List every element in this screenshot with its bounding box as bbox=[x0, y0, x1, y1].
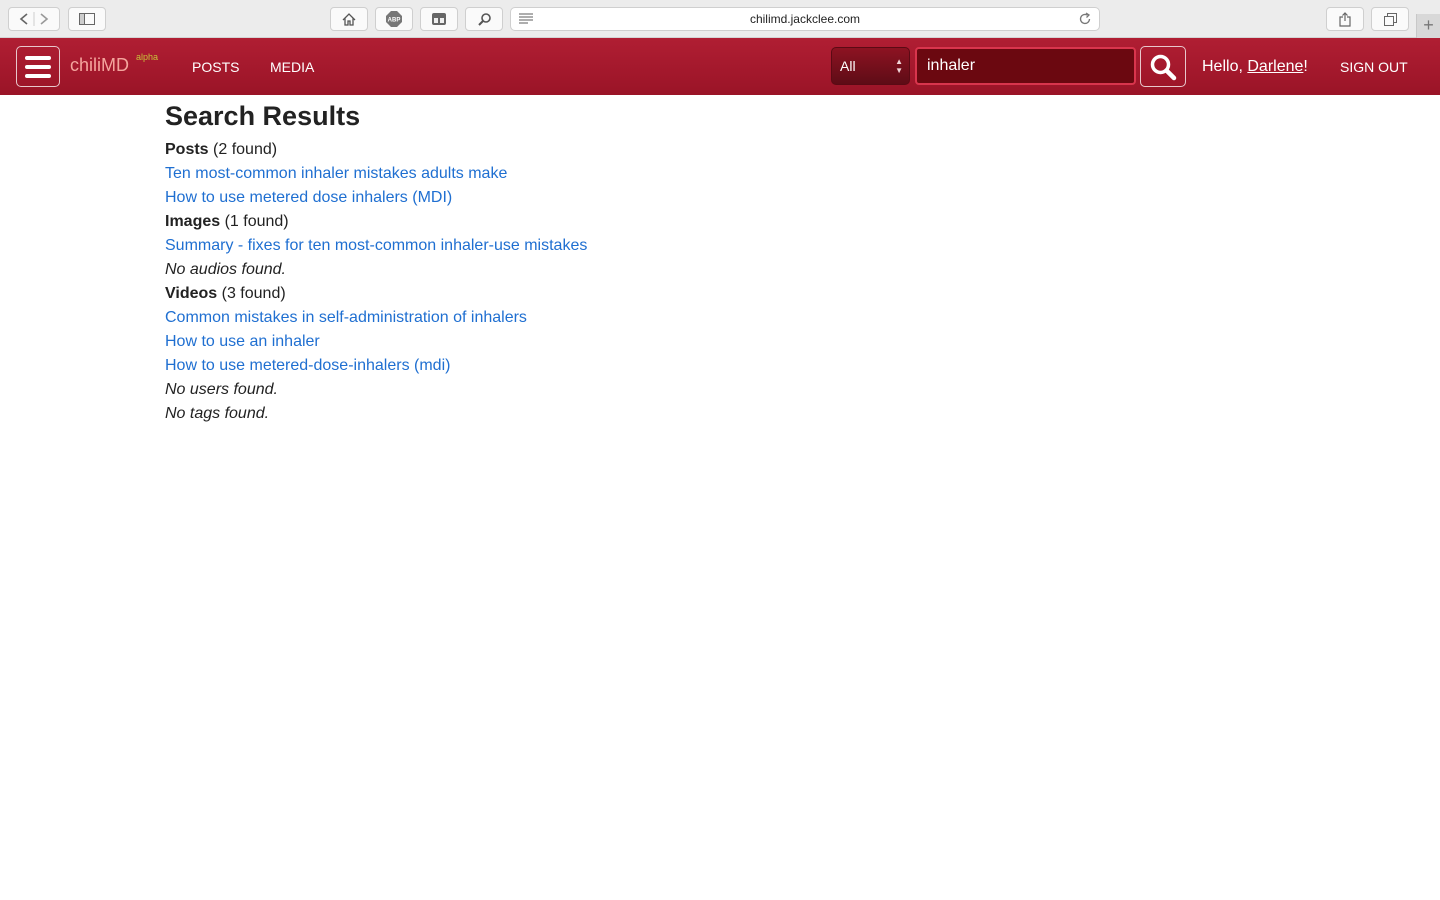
no-users-text: No users found. bbox=[165, 381, 278, 398]
post-result-link[interactable]: How to use metered dose inhalers (MDI) bbox=[165, 189, 452, 206]
search-button[interactable] bbox=[1140, 46, 1186, 87]
videos-heading: Videos (3 found) bbox=[165, 282, 1065, 306]
reload-icon[interactable] bbox=[1078, 12, 1092, 26]
page-title: Search Results bbox=[165, 101, 361, 131]
images-label: Images bbox=[165, 213, 221, 230]
back-forward-icon bbox=[19, 12, 49, 26]
find-button[interactable] bbox=[465, 7, 503, 31]
images-heading: Images (1 found) bbox=[165, 210, 1065, 234]
posts-label: Posts bbox=[165, 141, 209, 158]
home-button[interactable] bbox=[330, 7, 368, 31]
video-result-link[interactable]: Common mistakes in self-administration o… bbox=[165, 309, 527, 326]
video-result-link[interactable]: How to use metered-dose-inhalers (mdi) bbox=[165, 357, 450, 374]
new-tab-button[interactable]: + bbox=[1416, 14, 1440, 38]
browser-toolbar: ABP chilimd.jackclee.com + bbox=[0, 0, 1440, 38]
url-bar[interactable]: chilimd.jackclee.com bbox=[510, 7, 1100, 31]
search-icon bbox=[1150, 54, 1177, 80]
extension-button[interactable] bbox=[420, 7, 458, 31]
share-icon bbox=[1339, 11, 1351, 27]
videos-label: Videos bbox=[165, 285, 218, 302]
search-results: Search Results Posts (2 found) Ten most-… bbox=[165, 100, 1065, 426]
share-button[interactable] bbox=[1326, 7, 1364, 31]
search-scope-select[interactable]: All ▲ ▼ bbox=[831, 47, 910, 85]
search-input[interactable] bbox=[915, 47, 1136, 85]
back-forward-buttons[interactable] bbox=[8, 7, 60, 31]
app-navbar: chiliMD alpha POSTS MEDIA All ▲▼ Hello, … bbox=[0, 38, 1440, 95]
tabs-button[interactable] bbox=[1371, 7, 1409, 31]
home-icon bbox=[342, 12, 356, 26]
hamburger-icon-bar bbox=[25, 64, 51, 69]
no-audios-text: No audios found. bbox=[165, 261, 286, 278]
videos-count: (3 found) bbox=[221, 285, 286, 302]
sidebar-button[interactable] bbox=[68, 7, 106, 31]
user-profile-link[interactable]: Darlene bbox=[1247, 58, 1303, 75]
hamburger-icon-bar bbox=[25, 55, 51, 60]
user-greeting: Hello, Darlene! bbox=[1202, 58, 1308, 76]
posts-heading: Posts (2 found) bbox=[165, 138, 1065, 162]
sign-out-link[interactable]: SIGN OUT bbox=[1340, 59, 1408, 75]
sidebar-icon bbox=[79, 13, 95, 25]
search-glass-icon bbox=[477, 12, 491, 26]
svg-text:ABP: ABP bbox=[388, 18, 401, 24]
nav-link-media[interactable]: MEDIA bbox=[270, 59, 314, 75]
video-result-link[interactable]: How to use an inhaler bbox=[165, 333, 320, 350]
adblock-button[interactable]: ABP bbox=[375, 7, 413, 31]
extension-icon bbox=[432, 13, 446, 25]
greeting-prefix: Hello, bbox=[1202, 58, 1248, 75]
no-tags-text: No tags found. bbox=[165, 405, 270, 422]
images-count: (1 found) bbox=[224, 213, 289, 230]
posts-count: (2 found) bbox=[213, 141, 278, 158]
brand-badge: alpha bbox=[136, 52, 159, 62]
url-text: chilimd.jackclee.com bbox=[749, 12, 861, 26]
brand-logo[interactable]: chiliMD bbox=[70, 55, 129, 76]
adblock-icon: ABP bbox=[386, 11, 402, 27]
hamburger-icon-bar bbox=[25, 73, 51, 78]
select-arrows-icon: ▲ ▼ bbox=[895, 57, 903, 75]
greeting-suffix: ! bbox=[1303, 58, 1308, 75]
tabs-overview-icon bbox=[1383, 12, 1397, 26]
hamburger-menu-button[interactable] bbox=[16, 46, 60, 87]
search-scope-value: All bbox=[840, 58, 856, 74]
image-result-link[interactable]: Summary - fixes for ten most-common inha… bbox=[165, 237, 587, 254]
nav-link-posts[interactable]: POSTS bbox=[192, 59, 239, 75]
post-result-link[interactable]: Ten most-common inhaler mistakes adults … bbox=[165, 165, 507, 182]
